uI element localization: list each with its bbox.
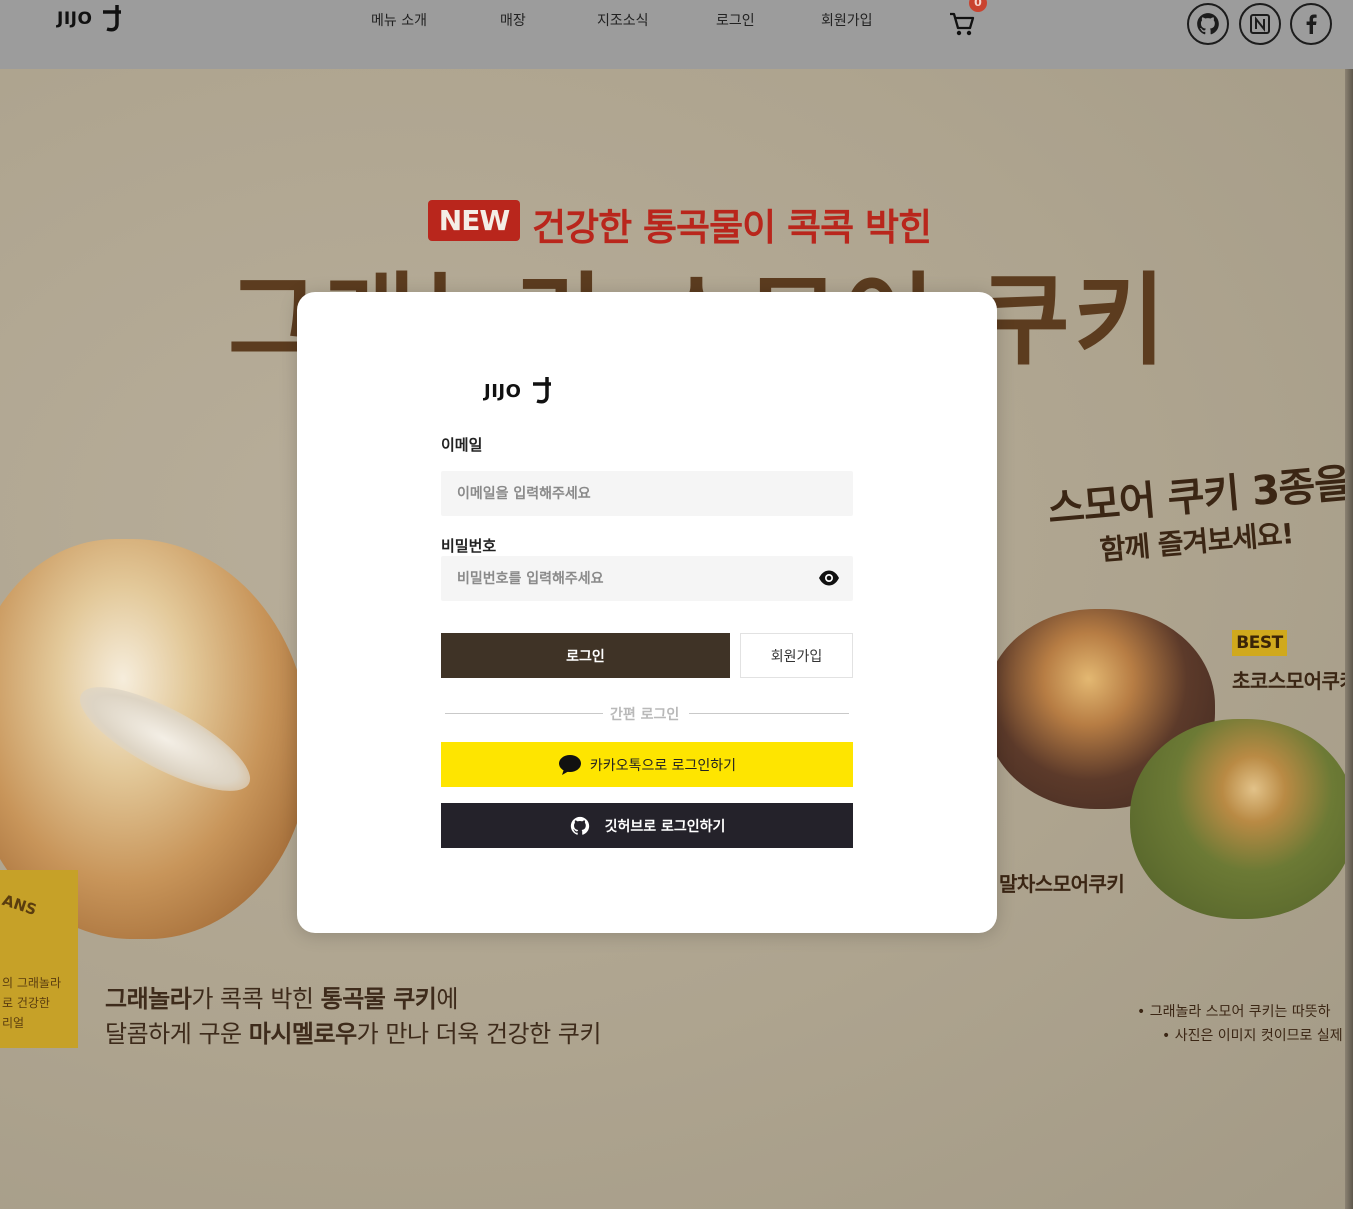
brand-mark-icon — [533, 377, 552, 404]
matcha-cookie-image — [1130, 719, 1353, 919]
cart-icon[interactable] — [948, 8, 976, 38]
login-button[interactable]: 로그인 — [441, 633, 730, 678]
login-modal: JIJO 이메일 비밀번호 로그인 회원가입 간편 로그인 카카오톡으로 로그인… — [297, 292, 997, 933]
easy-login-label: 간편 로그인 — [610, 707, 680, 723]
nav-signup[interactable]: 회원가입 — [821, 10, 873, 30]
banner-description-line-1: 그래놀라가 콕콕 박힌 통곡물 쿠키에 — [105, 985, 458, 1013]
email-label: 이메일 — [441, 436, 483, 454]
divider-line — [445, 713, 603, 714]
facebook-link[interactable] — [1290, 3, 1332, 45]
notion-link[interactable] — [1239, 3, 1281, 45]
nav-stores[interactable]: 매장 — [500, 10, 526, 30]
facebook-icon — [1306, 14, 1317, 34]
show-password-icon[interactable] — [818, 569, 840, 587]
kakao-login-label: 카카오톡으로 로그인하기 — [589, 757, 737, 774]
side-badge-line: 의 그래놀라 — [2, 976, 62, 990]
notion-icon — [1250, 14, 1270, 34]
github-icon — [1197, 13, 1219, 35]
nav-menu-intro[interactable]: 메뉴 소개 — [371, 10, 427, 30]
password-label: 비밀번호 — [441, 537, 497, 555]
cart-count-badge: 0 — [969, 0, 987, 12]
divider-line — [689, 713, 849, 714]
kakao-login-button[interactable]: 카카오톡으로 로그인하기 — [441, 742, 853, 787]
nav-news[interactable]: 지조소식 — [597, 10, 649, 30]
side-badge-logo: ANS — [0, 891, 39, 919]
github-login-button[interactable]: 깃허브로 로그인하기 — [441, 803, 853, 848]
product-label-matcha: 말차스모어쿠키 — [999, 872, 1125, 896]
kakao-chat-icon — [558, 754, 581, 775]
banner-note: • 사진은 이미지 컷이므로 실제 — [1162, 1028, 1343, 1044]
side-badge: ANS 의 그래놀라 로 건강한 리얼 — [0, 870, 78, 1048]
brand-mark-icon — [103, 5, 122, 32]
best-tag: BEST — [1232, 630, 1287, 656]
nav-login[interactable]: 로그인 — [716, 10, 755, 30]
banner-note: • 그래놀라 스모어 쿠키는 따뜻하 — [1137, 1004, 1331, 1020]
site-header: JIJO 메뉴 소개 매장 지조소식 로그인 회원가입 0 — [0, 0, 1353, 69]
brand-logo[interactable]: JIJO — [57, 4, 125, 34]
product-label-choco: 초코스모어쿠키 — [1232, 669, 1353, 693]
side-badge-line: 리얼 — [2, 1016, 25, 1030]
side-badge-line: 로 건강한 — [2, 996, 50, 1010]
new-badge: NEW — [428, 200, 520, 241]
github-icon — [570, 816, 589, 835]
email-input[interactable] — [441, 471, 853, 516]
password-input[interactable] — [441, 556, 853, 601]
brand-name: JIJO — [57, 9, 93, 29]
github-login-label: 깃허브로 로그인하기 — [604, 818, 726, 835]
modal-brand-logo: JIJO — [484, 376, 555, 406]
signup-button[interactable]: 회원가입 — [740, 633, 853, 678]
modal-brand-name: JIJO — [484, 380, 522, 402]
banner-description-line-2: 달콤하게 구운 마시멜로우가 만나 더욱 건강한 쿠키 — [105, 1020, 601, 1048]
github-link[interactable] — [1187, 3, 1229, 45]
scrollbar-edge — [1345, 0, 1353, 1209]
